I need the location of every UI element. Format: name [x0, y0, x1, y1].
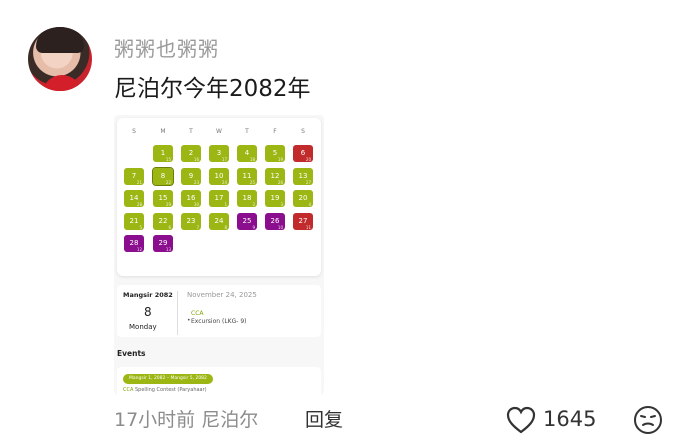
event-card: Mangsir 1, 2082 – Mangsir 5, 2082 CCA Sp…: [117, 367, 321, 395]
weekday-label: W: [216, 128, 222, 135]
calendar-day[interactable]: 16 30: [181, 190, 201, 207]
gregorian-day: 8: [224, 225, 227, 230]
calendar-day[interactable]: 19 3: [265, 190, 285, 207]
calendar-day[interactable]: 18 2: [237, 190, 257, 207]
event-detail: Excursion (LKG- 9): [191, 318, 247, 325]
selected-day: 8: [144, 305, 152, 319]
weekday-label: F: [273, 128, 277, 135]
gregorian-day: 11: [305, 225, 311, 230]
gregorian-day: 7: [196, 225, 199, 230]
avatar-shoulder: [42, 75, 82, 91]
reply-button[interactable]: 回复: [305, 405, 343, 432]
gregorian-day: 9: [252, 225, 255, 230]
gregorian-day: 28: [136, 202, 142, 207]
event-cca: CCA: [123, 387, 134, 393]
gregorian-day: 6: [168, 225, 171, 230]
weekday-label: T: [245, 128, 249, 135]
heart-icon[interactable]: [506, 406, 536, 434]
gregorian-day: 21: [136, 180, 142, 185]
gregorian-day: 24: [221, 180, 227, 185]
calendar-day[interactable]: 27 11: [293, 213, 313, 230]
event-text: Spelling Contest (Paryahaar): [135, 387, 207, 393]
calendar-card: S M T W T F S 1 15 2 16 3 17 4 18 5 19 6 20 7 21 8 22 9 23 10 24 11…: [117, 118, 321, 276]
event-line: CCA Spelling Contest (Paryahaar): [123, 387, 207, 393]
calendar-day[interactable]: 9 23: [181, 168, 201, 185]
calendar-day[interactable]: 14 28: [124, 190, 144, 207]
calendar-day[interactable]: 10 24: [209, 168, 229, 185]
attached-screenshot[interactable]: S M T W T F S 1 15 2 16 3 17 4 18 5 19 6 20 7 21 8 22 9 23 10 24 11…: [114, 115, 324, 395]
selected-weekday: Monday: [129, 323, 157, 331]
weekday-label: T: [189, 128, 193, 135]
bullet-dot: •: [187, 317, 191, 324]
gregorian-day: 26: [277, 180, 283, 185]
calendar-day[interactable]: 12 26: [265, 168, 285, 185]
calendar-day[interactable]: 28 12: [124, 235, 144, 252]
calendar-day[interactable]: 20 4: [293, 190, 313, 207]
calendar-day[interactable]: 21 5: [124, 213, 144, 230]
gregorian-day: 4: [308, 202, 311, 207]
gregorian-day: 13: [165, 247, 171, 252]
gregorian-day: 30: [193, 202, 199, 207]
gregorian-day: 5: [139, 225, 142, 230]
calendar-day[interactable]: 15 29: [153, 190, 173, 207]
weekday-label: M: [160, 128, 166, 135]
calendar-day[interactable]: 8 22: [152, 167, 174, 186]
calendar-day[interactable]: 17 1: [209, 190, 229, 207]
username[interactable]: 粥粥也粥粥: [114, 33, 219, 62]
calendar-day[interactable]: 25 9: [237, 213, 257, 230]
calendar-day[interactable]: 4 18: [237, 145, 257, 162]
gregorian-day: 29: [165, 202, 171, 207]
like-count: 1645: [543, 407, 597, 431]
gregorian-day: 18: [249, 157, 255, 162]
comment-meta: 17小时前 尼泊尔: [114, 405, 258, 432]
selected-date: November 24, 2025: [187, 291, 257, 299]
gregorian-day: 20: [305, 157, 311, 162]
calendar-day[interactable]: 5 19: [265, 145, 285, 162]
calendar-day[interactable]: 3 17: [209, 145, 229, 162]
gregorian-day: 1: [224, 202, 227, 207]
event-range-pill: Mangsir 1, 2082 – Mangsir 5, 2082: [123, 374, 213, 384]
month-label: Mangsir 2082: [123, 291, 173, 299]
avatar-hair: [36, 27, 84, 53]
gregorian-day: 17: [221, 157, 227, 162]
gregorian-day: 22: [165, 180, 171, 185]
divider: [177, 291, 178, 335]
gregorian-day: 2: [252, 202, 255, 207]
comment-text: 尼泊尔今年2082年: [114, 76, 311, 102]
gregorian-day: 25: [249, 180, 255, 185]
calendar-day[interactable]: 6 20: [293, 145, 313, 162]
comment-location: 尼泊尔: [201, 409, 259, 431]
calendar-day[interactable]: 13 27: [293, 168, 313, 185]
calendar-day[interactable]: 29 13: [153, 235, 173, 252]
calendar-day[interactable]: 22 6: [153, 213, 173, 230]
gregorian-day: 27: [305, 180, 311, 185]
gregorian-day: 12: [136, 247, 142, 252]
gregorian-day: 16: [193, 157, 199, 162]
calendar-day[interactable]: 26 10: [265, 213, 285, 230]
weekday-label: S: [301, 128, 305, 135]
gregorian-day: 15: [165, 157, 171, 162]
gregorian-day: 23: [193, 180, 199, 185]
calendar-day[interactable]: 7 21: [124, 168, 144, 185]
emoji-reaction-icon[interactable]: [632, 404, 664, 436]
calendar-day[interactable]: 11 25: [237, 168, 257, 185]
events-heading: Events: [117, 349, 146, 358]
calendar-day[interactable]: 23 7: [181, 213, 201, 230]
calendar-day[interactable]: 24 8: [209, 213, 229, 230]
calendar-day[interactable]: 2 16: [181, 145, 201, 162]
calendar-day[interactable]: 1 15: [153, 145, 173, 162]
gregorian-day: 10: [277, 225, 283, 230]
gregorian-day: 3: [280, 202, 283, 207]
selected-day-card: Mangsir 2082 8 Monday November 24, 2025 …: [117, 285, 321, 337]
gregorian-day: 19: [277, 157, 283, 162]
avatar[interactable]: [28, 27, 92, 91]
event-tag: CCA: [191, 310, 204, 317]
weekday-label: S: [132, 128, 136, 135]
comment-time: 17小时前: [114, 409, 196, 431]
